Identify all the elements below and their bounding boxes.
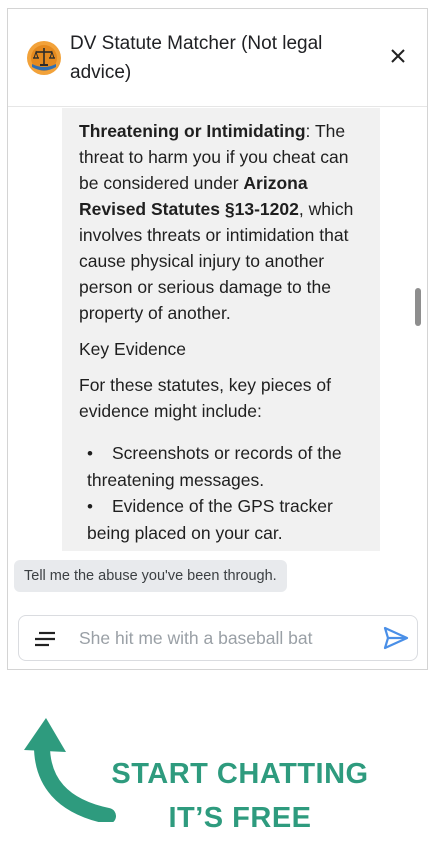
chat-header: DV Statute Matcher (Not legal advice): [8, 9, 427, 107]
promo-banner[interactable]: START CHATTING IT’S FREE: [20, 712, 380, 842]
promo-subheadline: IT’S FREE: [168, 802, 312, 834]
menu-icon[interactable]: [33, 630, 57, 648]
list-item: • Screenshots or records of the threateni…: [87, 443, 342, 490]
scales-of-justice-icon: [27, 41, 61, 75]
bot-message: Threatening or Intimidating: The threat …: [62, 108, 380, 551]
chat-title: DV Statute Matcher (Not legal advice): [70, 33, 323, 83]
section-heading: Key Evidence: [79, 339, 187, 359]
statute-category: Threatening or Intimidating: [79, 121, 306, 141]
scrollbar-thumb[interactable]: [415, 288, 421, 326]
message-input-bar: [18, 615, 418, 661]
message-paragraph: For these statutes, key pieces of eviden…: [79, 375, 331, 421]
evidence-list: • Screenshots or records of the threateni…: [79, 440, 366, 546]
promo-headline: START CHATTING: [111, 758, 369, 790]
send-icon[interactable]: [383, 626, 409, 650]
list-item: • Evidence of the GPS tracker being place…: [87, 496, 333, 543]
message-input[interactable]: [79, 616, 369, 660]
chat-history[interactable]: Threatening or Intimidating: The threat …: [8, 108, 427, 551]
suggestion-chip[interactable]: Tell me the abuse you've been through.: [14, 560, 287, 592]
close-icon[interactable]: [389, 47, 407, 65]
message-paragraph: Threatening or Intimidating: The threat …: [79, 121, 354, 323]
chat-widget: DV Statute Matcher (Not legal advice) Th…: [7, 8, 428, 670]
